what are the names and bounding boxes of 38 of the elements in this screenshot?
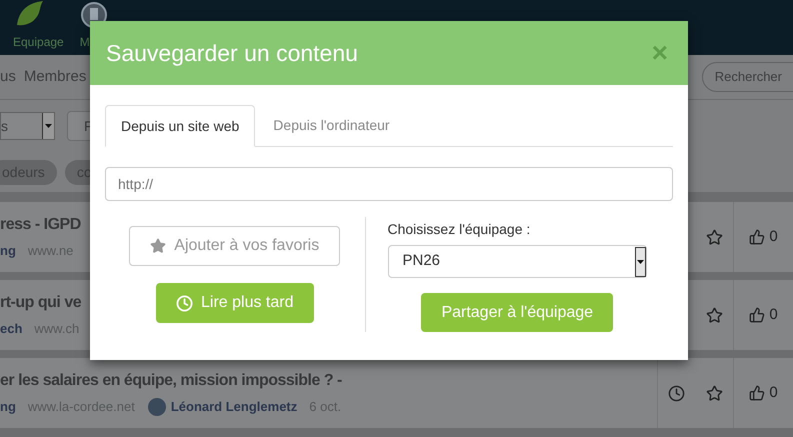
team-label: Choisissez l'équipage : xyxy=(388,220,532,239)
like-icon[interactable] xyxy=(749,385,766,401)
like-count: 0 xyxy=(769,226,778,247)
clock-icon[interactable] xyxy=(668,384,685,402)
clock-icon xyxy=(176,294,193,312)
favorite-button[interactable]: Ajouter à vos favoris xyxy=(129,226,340,266)
nav-item[interactable]: Equipage xyxy=(13,33,64,51)
star-icon[interactable] xyxy=(706,384,722,402)
like-icon[interactable] xyxy=(749,307,766,323)
share-button[interactable]: Partager à l'équipage xyxy=(421,293,614,332)
article-tag[interactable]: ech xyxy=(0,319,22,339)
article-tag[interactable]: ng xyxy=(0,397,16,417)
like-count: 0 xyxy=(769,382,778,403)
article-title[interactable]: rt-up qui ve xyxy=(0,291,82,316)
avatar-icon xyxy=(146,397,167,417)
search-button[interactable]: Rechercher xyxy=(702,62,793,92)
star-icon[interactable] xyxy=(706,228,722,246)
like-icon[interactable] xyxy=(749,229,766,245)
modal-title: Sauvegarder un contenu xyxy=(106,38,358,68)
url-field[interactable]: http:// xyxy=(105,167,673,201)
nav-item[interactable]: M xyxy=(80,33,90,51)
like-count: 0 xyxy=(769,304,778,325)
dropdown-arrow-icon xyxy=(45,124,52,128)
filter-select[interactable]: s xyxy=(0,112,55,140)
close-button[interactable]: × xyxy=(652,39,668,67)
dropdown-arrow-icon xyxy=(637,260,644,264)
tab[interactable]: Depuis un site web xyxy=(105,105,256,147)
article-tag[interactable]: ng xyxy=(0,241,16,261)
star-icon xyxy=(150,238,166,254)
team-select[interactable]: PN26 xyxy=(388,245,647,278)
read-later-button[interactable]: Lire plus tard xyxy=(156,283,314,323)
subnav-link[interactable]: us xyxy=(0,66,16,88)
article-author[interactable]: Léonard Lenglemetz xyxy=(170,397,298,417)
article-title[interactable]: ress - IGPD xyxy=(0,213,81,238)
tab[interactable]: Depuis l'ordinateur xyxy=(255,105,408,146)
article-title[interactable]: er les salaires en équipe, mission impossible ? - xyxy=(0,369,342,393)
subnav-link[interactable]: Membres xyxy=(24,66,86,88)
star-icon[interactable] xyxy=(706,306,722,324)
